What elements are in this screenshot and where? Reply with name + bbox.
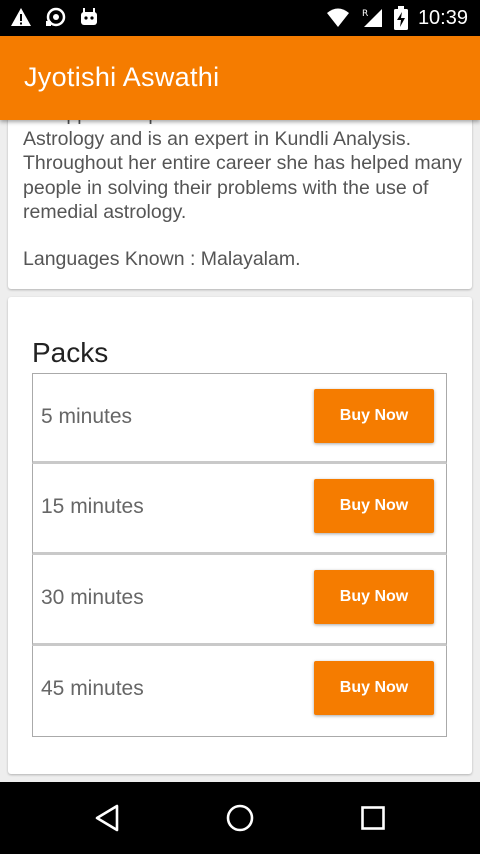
android-icon	[78, 6, 100, 28]
pack-row: 30 minutes Buy Now	[32, 555, 447, 646]
signal-roaming-icon: R	[360, 7, 384, 29]
status-time: 10:39	[417, 7, 468, 29]
back-icon[interactable]	[89, 800, 125, 836]
packs-title: Packs	[32, 337, 109, 368]
page-title: Jyotishi Aswathi	[24, 62, 220, 92]
wifi-icon	[326, 7, 350, 29]
packs-card: Packs 5 minutes Buy Now 15 minutes Buy N…	[8, 297, 472, 774]
pack-row: 15 minutes Buy Now	[32, 464, 447, 555]
about-card: Ballappan Thripunithura. She is well ver…	[8, 92, 472, 289]
about-text: Ballappan Thripunithura. She is well ver…	[23, 102, 463, 225]
about-body: Astrology and is an expert in Kundli Ana…	[23, 127, 463, 224]
status-bar: R 10:39	[0, 0, 480, 36]
navigation-bar	[0, 782, 480, 854]
pack-duration: 5 minutes	[41, 405, 133, 428]
buy-now-button[interactable]: Buy Now	[314, 570, 434, 624]
pack-duration: 30 minutes	[41, 586, 144, 609]
buy-now-button[interactable]: Buy Now	[314, 479, 434, 533]
cast-icon	[44, 6, 66, 28]
buy-now-button[interactable]: Buy Now	[314, 661, 434, 715]
warning-icon	[10, 6, 32, 28]
packs-list: 5 minutes Buy Now 15 minutes Buy Now 30 …	[32, 373, 447, 737]
pack-row: 5 minutes Buy Now	[32, 373, 447, 464]
buy-now-button[interactable]: Buy Now	[314, 389, 434, 443]
home-icon[interactable]	[222, 800, 258, 836]
pack-row: 45 minutes Buy Now	[32, 646, 447, 737]
languages-known: Languages Known : Malayalam.	[23, 248, 301, 270]
pack-duration: 15 minutes	[41, 495, 144, 518]
battery-charging-icon	[393, 6, 408, 30]
app-bar: Jyotishi Aswathi	[0, 36, 480, 120]
pack-duration: 45 minutes	[41, 677, 144, 700]
svg-text:R: R	[362, 9, 368, 19]
recents-icon[interactable]	[355, 800, 391, 836]
